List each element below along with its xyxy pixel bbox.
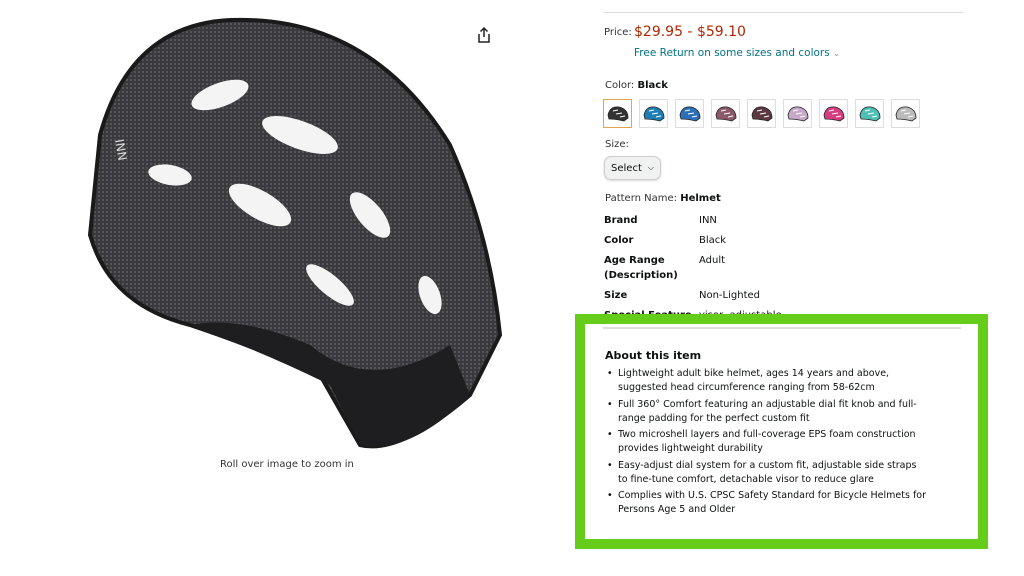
spec-row-age: Age Range (Description) Adult — [604, 253, 725, 283]
color-swatch[interactable] — [603, 99, 632, 128]
color-swatch[interactable] — [855, 99, 884, 128]
helmet-thumbnail-icon — [607, 106, 628, 121]
helmet-thumbnail-icon — [823, 106, 844, 121]
spec-value: INN — [699, 215, 717, 226]
chevron-down-icon: ⌵ — [647, 163, 654, 172]
divider — [603, 12, 963, 13]
about-title: About this item — [605, 349, 702, 362]
list-item: Two microshell layers and full-coverage … — [607, 428, 927, 456]
size-select[interactable]: Select ⌵ — [604, 156, 661, 180]
spec-key: Brand — [604, 215, 638, 226]
price-label: Price: — [604, 27, 632, 38]
size-select-value: Select — [611, 162, 642, 174]
color-swatch[interactable] — [819, 99, 848, 128]
spec-row-size: Size Non-Lighted — [604, 288, 760, 303]
color-label: Color: Black — [605, 80, 668, 91]
free-return-link[interactable]: Free Return on some sizes and colors ⌄ — [634, 47, 840, 59]
product-image[interactable]: INN — [70, 15, 510, 460]
color-swatch[interactable] — [675, 99, 704, 128]
spec-key: Size — [604, 290, 628, 301]
helmet-thumbnail-icon — [859, 106, 880, 121]
divider — [603, 327, 961, 329]
list-item: Lightweight adult bike helmet, ages 14 y… — [607, 367, 927, 395]
color-swatch[interactable] — [747, 99, 776, 128]
helmet-thumbnail-icon — [715, 106, 736, 121]
spec-key: Color — [604, 235, 634, 246]
color-swatch[interactable] — [891, 99, 920, 128]
spec-row-brand: Brand INN — [604, 213, 717, 228]
color-swatches — [603, 99, 920, 128]
color-swatch[interactable] — [711, 99, 740, 128]
pattern-name: Pattern Name: Helmet — [605, 193, 721, 204]
color-selected: Black — [637, 80, 668, 91]
spec-value: Non-Lighted — [699, 290, 761, 301]
spec-value: Black — [699, 235, 727, 246]
list-item: Complies with U.S. CPSC Safety Standard … — [607, 489, 927, 517]
helmet-thumbnail-icon — [895, 106, 916, 121]
helmet-thumbnail-icon — [643, 106, 664, 121]
pattern-label: Pattern Name: — [605, 193, 678, 204]
spec-row-color: Color Black — [604, 233, 726, 248]
color-swatch[interactable] — [783, 99, 812, 128]
pattern-value: Helmet — [680, 193, 721, 204]
about-highlight-box: About this item Lightweight adult bike h… — [575, 314, 988, 549]
color-label-text: Color: — [605, 80, 635, 91]
helmet-thumbnail-icon — [751, 106, 772, 121]
list-item: Full 360° Comfort featuring an adjustabl… — [607, 398, 927, 426]
price-value: $29.95 - $59.10 — [634, 24, 746, 40]
share-icon[interactable] — [476, 26, 492, 44]
spec-key: Age Range (Description) — [604, 255, 678, 281]
color-swatch[interactable] — [639, 99, 668, 128]
spec-value: Adult — [699, 255, 726, 266]
helmet-thumbnail-icon — [787, 106, 808, 121]
zoom-hint: Roll over image to zoom in — [220, 459, 354, 470]
chevron-down-icon: ⌄ — [833, 49, 840, 58]
list-item: Easy-adjust dial system for a custom fit… — [607, 459, 927, 487]
free-return-text: Free Return on some sizes and colors — [634, 47, 830, 59]
size-label: Size: — [605, 139, 629, 150]
helmet-thumbnail-icon — [679, 106, 700, 121]
about-bullets: Lightweight adult bike helmet, ages 14 y… — [607, 367, 927, 520]
